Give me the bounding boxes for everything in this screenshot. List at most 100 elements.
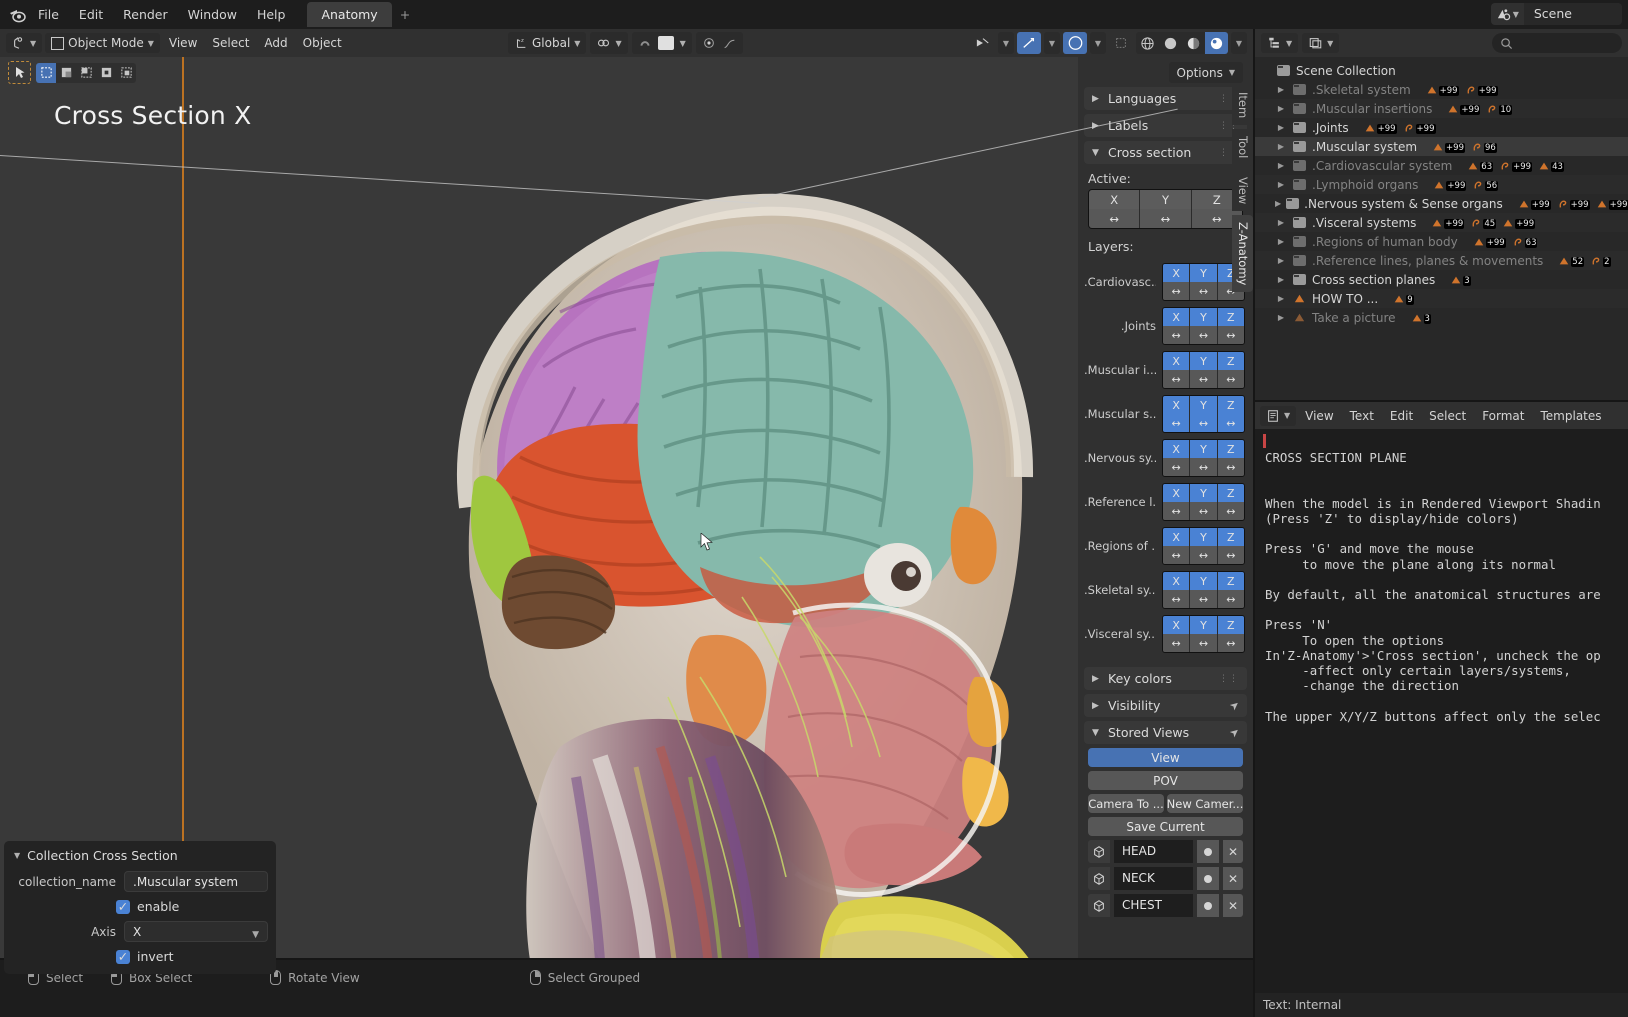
- outliner-row[interactable]: ▶ .Regions of human body +99 63: [1255, 232, 1628, 251]
- disclosure-triangle-icon[interactable]: ▶: [1275, 123, 1287, 132]
- layer-axis-z[interactable]: Z: [1217, 616, 1244, 634]
- layer-direction-z[interactable]: ↔: [1217, 590, 1244, 608]
- stored-view-name[interactable]: HEAD: [1114, 840, 1193, 863]
- stored-view-delete-button[interactable]: ✕: [1223, 894, 1243, 917]
- new-camera-button[interactable]: New Camer...: [1167, 794, 1243, 813]
- gizmo-icon[interactable]: [971, 32, 995, 54]
- gizmo-dropdown-icon[interactable]: ▼: [998, 32, 1014, 54]
- layer-direction-z[interactable]: ↔: [1217, 414, 1244, 432]
- invert-checkbox-row[interactable]: ✓ invert: [116, 949, 276, 964]
- layer-direction-z[interactable]: ↔: [1217, 326, 1244, 344]
- stored-view-item[interactable]: CHEST ✕: [1088, 894, 1243, 917]
- layer-axis-y[interactable]: Y: [1190, 616, 1218, 634]
- active-axis-buttons[interactable]: X Y Z ↔ ↔ ↔: [1088, 189, 1243, 229]
- outliner-row[interactable]: ▶ Take a picture 3: [1255, 308, 1628, 327]
- viewport-menu-object[interactable]: Object: [297, 33, 348, 53]
- scene-selector[interactable]: ▼ Scene: [1490, 3, 1622, 25]
- shading-wireframe-mode-icon[interactable]: [1136, 32, 1159, 54]
- disclosure-triangle-icon[interactable]: ▶: [1275, 218, 1287, 227]
- layer-axis-y[interactable]: Y: [1190, 352, 1218, 370]
- tab-view[interactable]: View: [1232, 169, 1253, 211]
- layer-axis-z[interactable]: Z: [1217, 484, 1244, 502]
- shading-rendered-mode-icon[interactable]: [1205, 32, 1228, 54]
- select-mode-subtract-icon[interactable]: [76, 63, 96, 83]
- layer-axis-y[interactable]: Y: [1190, 440, 1218, 458]
- scene-name-field[interactable]: Scene: [1523, 3, 1622, 25]
- add-workspace-button[interactable]: +: [392, 3, 418, 26]
- stored-view-set-button[interactable]: [1197, 840, 1219, 863]
- operator-panel-title-row[interactable]: ▼ Collection Cross Section: [4, 841, 276, 868]
- shading-modes-group[interactable]: [1136, 32, 1228, 54]
- layer-axis-x[interactable]: X: [1163, 484, 1191, 502]
- axis-select[interactable]: X ▼: [124, 921, 268, 942]
- stored-view-set-button[interactable]: [1197, 894, 1219, 917]
- layer-axis-z[interactable]: Z: [1217, 440, 1244, 458]
- layer-direction-y[interactable]: ↔: [1190, 546, 1218, 564]
- menu-edit[interactable]: Edit: [69, 4, 113, 25]
- disclosure-triangle-icon[interactable]: ▶: [1275, 199, 1281, 208]
- stored-view-name[interactable]: CHEST: [1114, 894, 1193, 917]
- scene-icon[interactable]: ▼: [1490, 3, 1524, 25]
- layer-axis-buttons[interactable]: X Y Z ↔ ↔ ↔: [1162, 351, 1245, 389]
- viewport-menu-select[interactable]: Select: [206, 33, 255, 53]
- layer-direction-z[interactable]: ↔: [1217, 634, 1244, 652]
- stored-pov-button[interactable]: POV: [1088, 771, 1243, 790]
- outliner-row[interactable]: ▶ .Visceral systems +99 45 +99: [1255, 213, 1628, 232]
- layer-axis-x[interactable]: X: [1163, 528, 1191, 546]
- outliner-tree[interactable]: Scene Collection ▶ .Skeletal system +99 +99…: [1255, 57, 1628, 400]
- text-menu-view[interactable]: View: [1298, 406, 1340, 426]
- outliner-row[interactable]: ▶ .Muscular system +99 96: [1255, 137, 1628, 156]
- layer-axis-buttons[interactable]: X Y Z ↔ ↔ ↔: [1162, 615, 1245, 653]
- panel-visibility[interactable]: ▶ Visibility ➤: [1084, 694, 1247, 717]
- active-axis-x[interactable]: X: [1089, 190, 1141, 209]
- layer-axis-y[interactable]: Y: [1190, 528, 1218, 546]
- text-editor-icon[interactable]: ▼: [1260, 405, 1297, 426]
- layer-direction-y[interactable]: ↔: [1190, 502, 1218, 520]
- layer-direction-z[interactable]: ↔: [1217, 370, 1244, 388]
- disclosure-triangle-icon[interactable]: ▶: [1275, 256, 1287, 265]
- object-mode-selector[interactable]: Object Mode ▼: [45, 33, 160, 53]
- divider-viewport-outliner[interactable]: [1253, 29, 1255, 1017]
- overlays-icon[interactable]: [1017, 32, 1041, 54]
- text-menu-edit[interactable]: Edit: [1383, 406, 1420, 426]
- outliner-row[interactable]: ▶ .Nervous system & Sense organs +99 +99 +99: [1255, 194, 1628, 213]
- outliner-display-mode-icon[interactable]: ▼: [1261, 33, 1299, 53]
- layer-axis-buttons[interactable]: X Y Z ↔ ↔ ↔: [1162, 395, 1245, 433]
- outliner-row[interactable]: ▶ .Skeletal system +99 +99: [1255, 80, 1628, 99]
- text-menu-select[interactable]: Select: [1422, 406, 1473, 426]
- layer-axis-x[interactable]: X: [1163, 572, 1191, 590]
- shading-solid-mode-icon[interactable]: [1159, 32, 1182, 54]
- stored-view-button[interactable]: View: [1088, 748, 1243, 767]
- layer-axis-z[interactable]: Z: [1217, 308, 1244, 326]
- panel-key-colors[interactable]: ▶ Key colors ⋮⋮: [1084, 667, 1247, 690]
- stored-view-delete-button[interactable]: ✕: [1223, 867, 1243, 890]
- layer-axis-y[interactable]: Y: [1190, 484, 1218, 502]
- snapping-group[interactable]: ▼: [631, 32, 692, 54]
- layer-direction-x[interactable]: ↔: [1163, 590, 1191, 608]
- blender-logo-icon[interactable]: [6, 4, 28, 26]
- stored-view-item[interactable]: HEAD ✕: [1088, 840, 1243, 863]
- disclosure-triangle-icon[interactable]: ▶: [1275, 180, 1287, 189]
- layer-axis-z[interactable]: Z: [1217, 572, 1244, 590]
- stored-view-name[interactable]: NECK: [1114, 867, 1193, 890]
- active-axis-y[interactable]: Y: [1140, 190, 1192, 209]
- layer-direction-z[interactable]: ↔: [1217, 502, 1244, 520]
- pin-icon[interactable]: ➤: [1227, 698, 1242, 714]
- disclosure-triangle-icon[interactable]: ▶: [1275, 294, 1287, 303]
- enable-checkbox-row[interactable]: ✓ enable: [116, 899, 276, 914]
- layer-direction-x[interactable]: ↔: [1163, 634, 1191, 652]
- outliner-search-input[interactable]: [1492, 33, 1622, 53]
- collection-name-input[interactable]: .Muscular system: [124, 871, 268, 892]
- layer-axis-y[interactable]: Y: [1190, 264, 1218, 282]
- pivot-point-selector[interactable]: ▼: [590, 32, 628, 54]
- outliner-row[interactable]: ▶ HOW TO ... 9: [1255, 289, 1628, 308]
- layer-axis-buttons[interactable]: X Y Z ↔ ↔ ↔: [1162, 483, 1245, 521]
- transform-orientation-selector[interactable]: z Global ▼: [508, 32, 587, 54]
- disclosure-triangle-icon[interactable]: ▶: [1275, 275, 1287, 284]
- layer-direction-x[interactable]: ↔: [1163, 370, 1191, 388]
- disclosure-triangle-icon[interactable]: ▶: [1275, 237, 1287, 246]
- outliner-row-scene-collection[interactable]: Scene Collection: [1255, 61, 1628, 80]
- stored-view-set-button[interactable]: [1197, 867, 1219, 890]
- viewport-menu-add[interactable]: Add: [258, 33, 293, 53]
- layer-direction-y[interactable]: ↔: [1190, 634, 1218, 652]
